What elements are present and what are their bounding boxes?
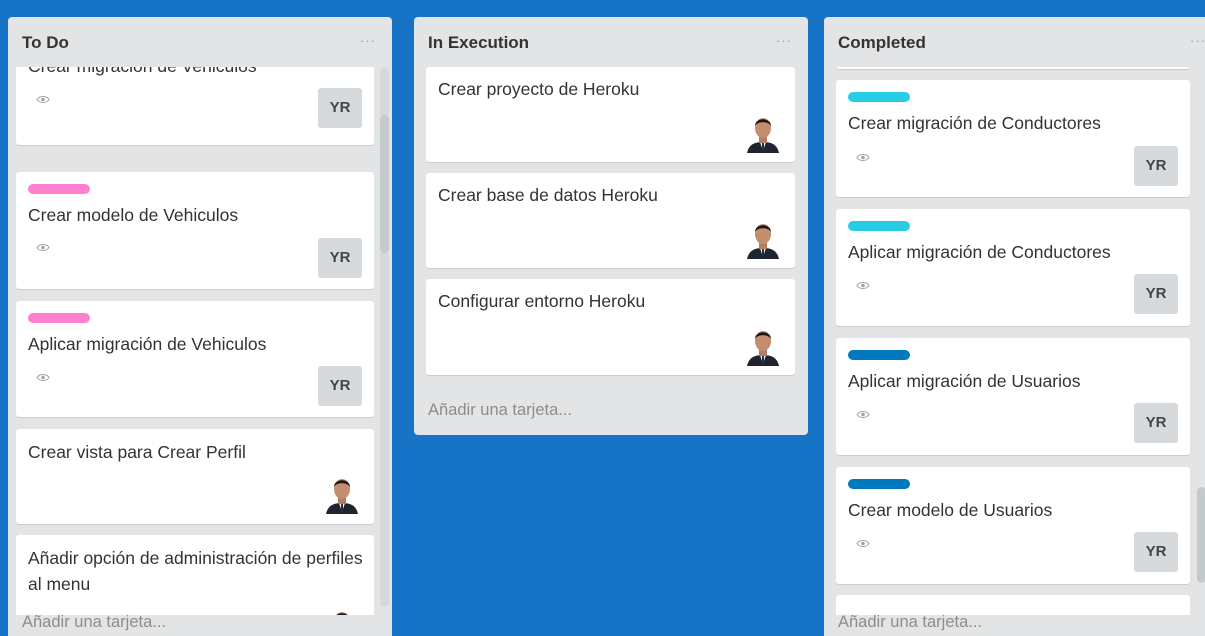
card-title: Añadir opción de administración de perfi… xyxy=(28,548,363,594)
member-avatar[interactable]: YR xyxy=(1134,274,1178,314)
list-menu-icon[interactable]: ··· xyxy=(360,33,376,48)
watch-eye-icon xyxy=(856,539,870,548)
card-partial[interactable] xyxy=(836,67,1190,69)
list-title[interactable]: Completed xyxy=(838,33,926,53)
list-title[interactable]: To Do xyxy=(22,33,69,53)
list-in-execution: In Execution ··· Crear proyecto de Herok… xyxy=(414,17,808,435)
scrollbar-thumb[interactable] xyxy=(380,115,389,253)
card[interactable]: Aplicar migración de Usuarios YR xyxy=(836,338,1190,455)
member-avatar[interactable]: YR xyxy=(318,88,362,128)
member-avatar-photo[interactable] xyxy=(743,217,783,259)
card[interactable]: Crear migración de Vehiculos YR xyxy=(16,67,374,145)
card-list: Crear migración de Conductores YR Aplica… xyxy=(824,67,1205,615)
watch-eye-icon xyxy=(36,373,50,382)
card[interactable]: Crear modelo de Vehiculos YR xyxy=(16,172,374,289)
card[interactable]: Crear base de datos Heroku xyxy=(426,173,795,268)
card-title: Crear vista para Crear Perfil xyxy=(28,442,246,462)
card-title: Crear migración de Conductores xyxy=(848,113,1101,133)
watch-eye-icon xyxy=(856,281,870,290)
scrollbar-thumb[interactable] xyxy=(1197,487,1205,583)
member-avatar-photo[interactable] xyxy=(743,324,783,366)
list-title[interactable]: In Execution xyxy=(428,33,529,53)
list-completed: Completed ··· Crear migración de Conduct… xyxy=(824,17,1205,636)
card-title: Crear migración de Vehiculos xyxy=(28,67,257,79)
card-list: Crear migración de Vehiculos YR Crear mo… xyxy=(8,67,392,615)
member-avatar[interactable]: YR xyxy=(1134,146,1178,186)
card-label xyxy=(28,184,90,194)
watch-eye-icon xyxy=(856,410,870,419)
member-avatar[interactable]: YR xyxy=(318,366,362,406)
card[interactable]: Añadir opción de administración de perfi… xyxy=(16,535,374,615)
list-header: To Do ··· xyxy=(8,17,392,67)
watch-eye-icon xyxy=(36,95,50,104)
list-header: Completed ··· xyxy=(824,17,1205,67)
member-avatar[interactable]: YR xyxy=(1134,532,1178,572)
card-title: Aplicar migración de Vehiculos xyxy=(28,334,267,354)
card-label xyxy=(848,221,910,231)
add-card-button[interactable]: Añadir una tarjeta... xyxy=(428,401,572,420)
card-title: Aplicar migración de Usuarios xyxy=(848,371,1081,391)
card-title: Aplicar migración de Conductores xyxy=(848,242,1111,262)
add-card-button[interactable]: Añadir una tarjeta... xyxy=(838,613,982,632)
list-to-do: To Do ··· Crear migración de Vehiculos Y… xyxy=(8,17,392,636)
list-menu-icon[interactable]: ··· xyxy=(1190,33,1205,48)
add-card-button[interactable]: Añadir una tarjeta... xyxy=(22,613,166,632)
member-avatar-photo[interactable] xyxy=(322,605,362,615)
card[interactable]: Crear migración de Conductores YR xyxy=(836,80,1190,197)
card-title: Crear modelo de Usuarios xyxy=(848,500,1053,520)
list-menu-icon[interactable]: ··· xyxy=(776,33,792,48)
card-title: Configurar entorno Heroku xyxy=(438,291,646,311)
watch-eye-icon xyxy=(36,243,50,252)
card[interactable]: Aplicar migración de Conductores YR xyxy=(836,209,1190,326)
card[interactable]: Crear vista para Crear Perfil xyxy=(16,429,374,524)
card[interactable]: Configurar entorno Heroku xyxy=(426,279,795,375)
card-title: Crear modelo de Vehiculos xyxy=(28,205,239,225)
card-label xyxy=(848,479,910,489)
card-label xyxy=(28,313,90,323)
card-label xyxy=(848,92,910,102)
card-title: Crear base de datos Heroku xyxy=(438,185,658,205)
card-title: Crear proyecto de Heroku xyxy=(438,79,640,99)
member-avatar-photo[interactable] xyxy=(743,111,783,153)
card[interactable]: Aplicar migración de Vehiculos YR xyxy=(16,301,374,417)
card-list: Crear proyecto de Heroku Crear base de d… xyxy=(414,67,808,385)
list-header: In Execution ··· xyxy=(414,17,808,67)
card-label xyxy=(848,350,910,360)
watch-eye-icon xyxy=(856,153,870,162)
member-avatar[interactable]: YR xyxy=(318,238,362,278)
card-partial[interactable] xyxy=(836,595,1190,615)
member-avatar-photo[interactable] xyxy=(322,472,362,514)
card[interactable]: Crear proyecto de Heroku xyxy=(426,67,795,162)
member-avatar[interactable]: YR xyxy=(1134,403,1178,443)
card[interactable]: Crear modelo de Usuarios YR xyxy=(836,467,1190,584)
